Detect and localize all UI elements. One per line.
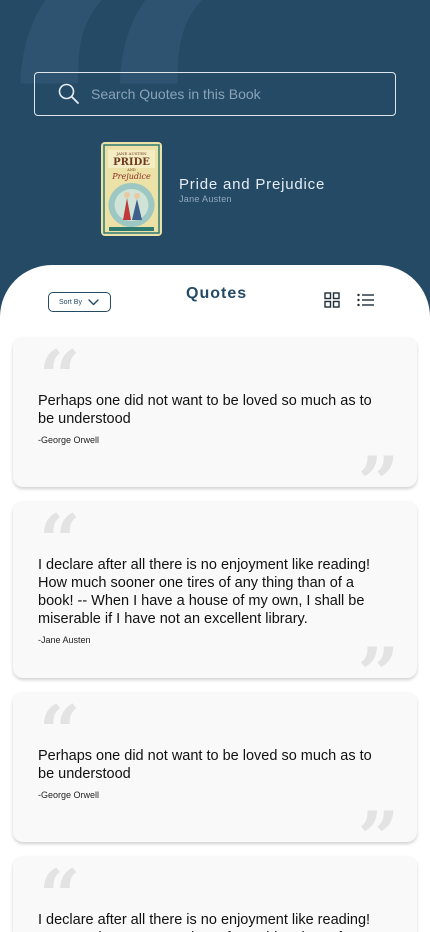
quote-author: -Jane Austen: [38, 635, 91, 645]
cover-title-bottom: Prejudice: [111, 172, 151, 181]
sort-dropdown[interactable]: Sort By: [48, 292, 111, 312]
grid-view-icon[interactable]: [324, 292, 340, 308]
book-author: Jane Austen: [179, 194, 232, 204]
quote-card[interactable]: “ Perhaps one did not want to be loved s…: [13, 692, 417, 874]
cover-author: JANE AUSTEN: [115, 151, 147, 156]
search-icon: [58, 83, 79, 104]
quote-text: Perhaps one did not want to be loved so …: [38, 393, 372, 427]
book-cover[interactable]: JANE AUSTEN PRIDE AND Prejudice: [101, 142, 162, 236]
search-bar[interactable]: Search Quotes in this Book: [34, 72, 396, 116]
book-title: Pride and Prejudice: [179, 176, 326, 193]
quote-card[interactable]: “ Perhaps one did not want to be loved s…: [13, 337, 417, 519]
search-input[interactable]: Search Quotes in this Book: [91, 86, 261, 102]
quote-author: -George Orwell: [38, 435, 100, 445]
chevron-down-icon: [88, 298, 99, 305]
list-view-icon[interactable]: [357, 293, 375, 307]
book-info: Pride and Prejudice Jane Austen: [179, 176, 325, 204]
quote-card[interactable]: “ I declare after all there is no enjoym…: [13, 856, 417, 932]
quote-text: Perhaps one did not want to be loved so …: [38, 748, 372, 782]
sort-label: Sort By: [59, 298, 82, 306]
cover-title-top: PRIDE: [113, 157, 150, 168]
quote-card[interactable]: “ I declare after all there is no enjoym…: [13, 501, 417, 710]
quote-text: I declare after all there is no enjoymen…: [38, 557, 371, 627]
quote-text: I declare after all there is no enjoymen…: [38, 912, 371, 932]
section-title: Quotes: [186, 285, 248, 302]
quote-author: -George Orwell: [38, 790, 100, 800]
